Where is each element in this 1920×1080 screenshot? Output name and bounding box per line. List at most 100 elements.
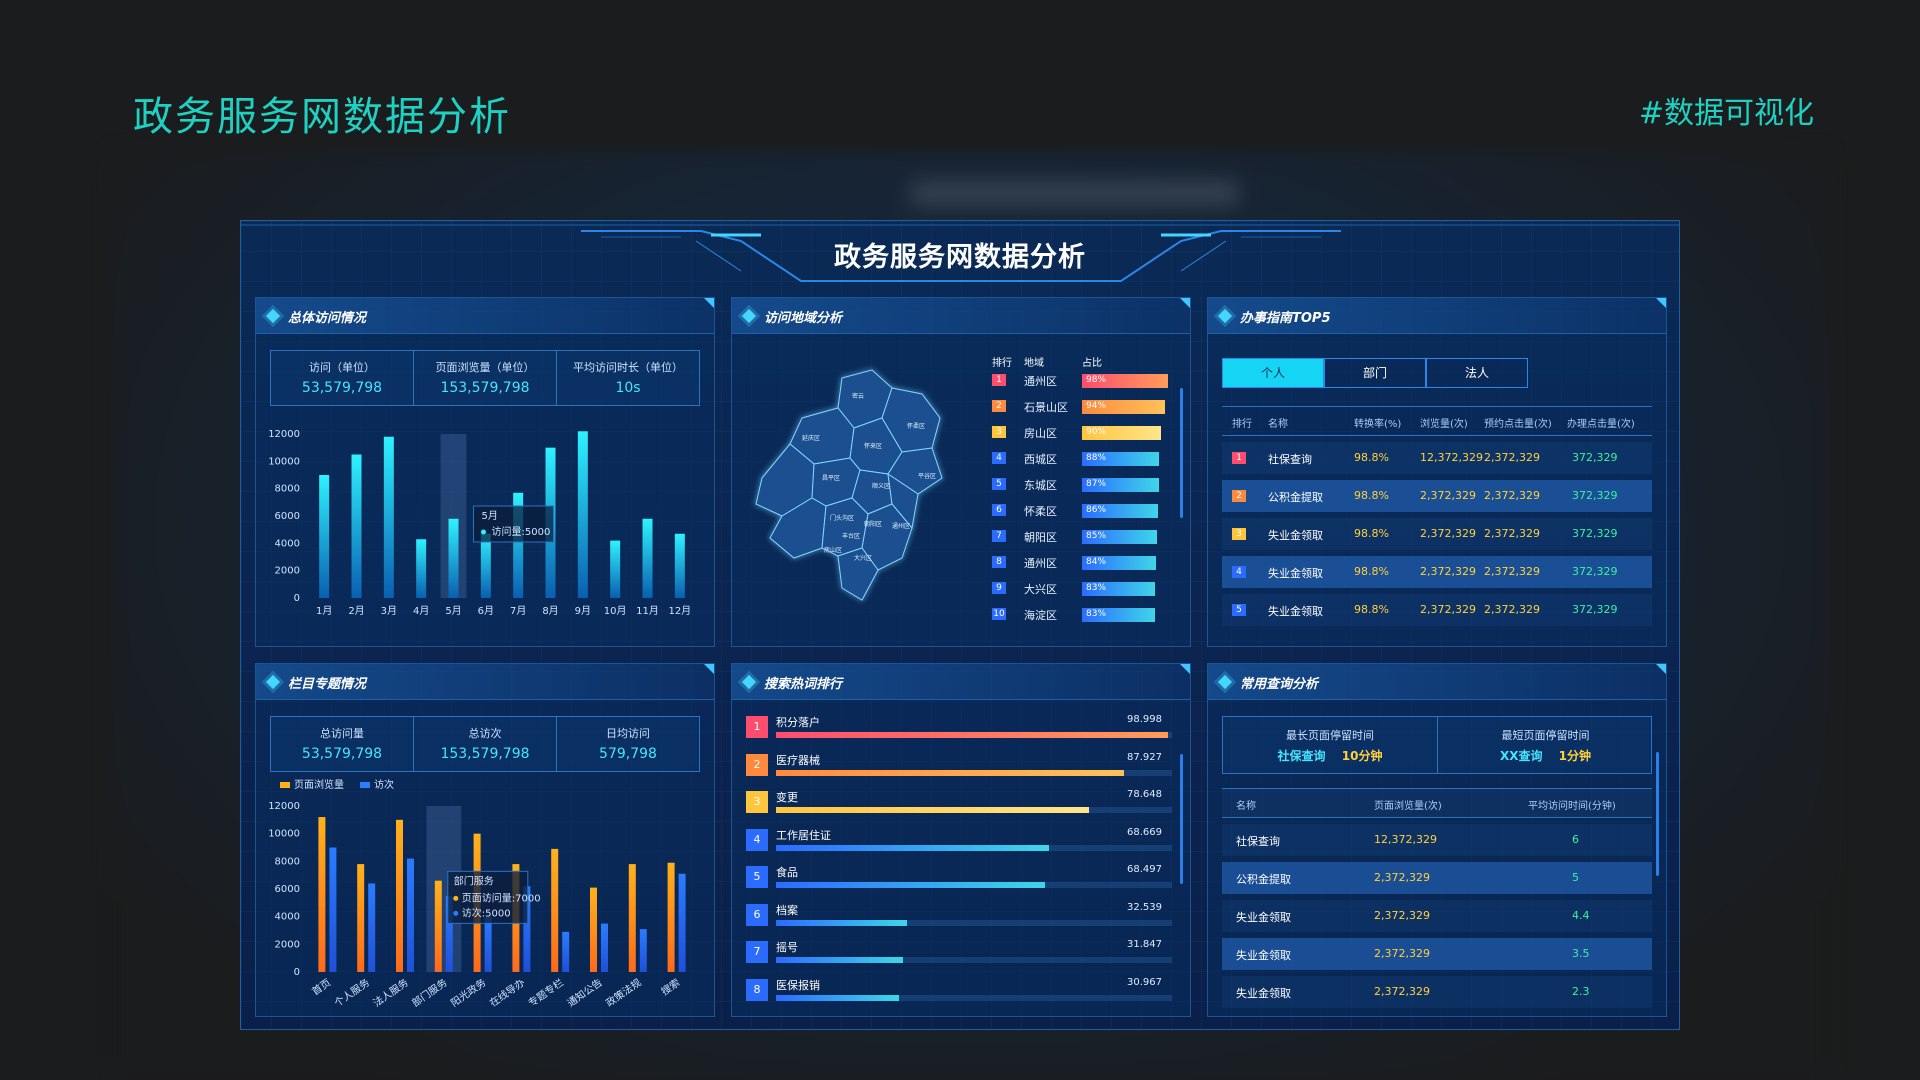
tab-department[interactable]: 部门 xyxy=(1324,358,1426,388)
diamond-icon xyxy=(265,674,281,690)
scrollbar[interactable] xyxy=(1180,754,1183,884)
diamond-icon xyxy=(741,308,757,324)
bar[interactable] xyxy=(368,883,376,972)
hot-word-row[interactable]: 7 摇号 31.847 xyxy=(746,937,1176,967)
bar[interactable] xyxy=(383,436,394,598)
bar[interactable] xyxy=(318,817,326,972)
rank-percent: 87% xyxy=(1086,479,1107,489)
query-name: 失业金领取 xyxy=(1236,987,1291,1000)
table-row[interactable]: 2 公积金提取 98.8% 2,372,329 2,372,329 372,329 xyxy=(1222,480,1652,512)
table-row[interactable]: 失业金领取 2,372,329 2.3 xyxy=(1222,976,1652,1008)
progress-fill xyxy=(776,732,1169,738)
bar[interactable] xyxy=(407,858,414,972)
y-tick-label: 8000 xyxy=(275,484,300,495)
legend-label: 访次 xyxy=(374,778,394,791)
table-row[interactable]: 4 失业金领取 98.8% 2,372,329 2,372,329 372,329 xyxy=(1222,556,1652,588)
diamond-icon xyxy=(265,308,281,324)
rank-row: 10 海淀区 83% xyxy=(992,606,1192,624)
bar[interactable] xyxy=(484,916,492,972)
item-name: 失业金领取 xyxy=(1268,567,1323,580)
keyword: 工作居住证 xyxy=(776,828,831,842)
query-name: 失业金领取 xyxy=(1236,911,1291,924)
keyword-score: 68.497 xyxy=(1127,864,1162,875)
table-row[interactable]: 5 失业金领取 98.8% 2,372,329 2,372,329 372,329 xyxy=(1222,594,1652,626)
progress-track xyxy=(776,957,1172,963)
y-tick-label: 0 xyxy=(294,967,300,978)
svg-text:通州区: 通州区 xyxy=(892,522,910,530)
bar[interactable] xyxy=(577,431,588,598)
keyword-score: 68.669 xyxy=(1127,826,1162,838)
rank-bar: 90% xyxy=(1082,426,1162,440)
hot-word-row[interactable]: 4 工作居住证 68.669 xyxy=(746,825,1176,855)
hot-word-row[interactable]: 3 变更 78.648 xyxy=(746,787,1176,817)
bar[interactable] xyxy=(551,848,559,972)
scrollbar[interactable] xyxy=(1656,752,1659,876)
y-tick-label: 6000 xyxy=(275,511,300,522)
hot-word-row[interactable]: 8 医保报销 30.967 xyxy=(746,975,1176,1005)
hot-word-row[interactable]: 2 医疗器械 87.927 xyxy=(746,750,1176,780)
bar[interactable] xyxy=(639,929,647,972)
rank-area: 西城区 xyxy=(1024,453,1057,466)
region-ranking: 排行 地域 占比 1 通州区 98% 2 石景山区 94% 3 房山区 90% 4 西城区 88% 5 东… xyxy=(992,354,1182,634)
table-row[interactable]: 公积金提取 2,372,329 5 xyxy=(1222,862,1652,894)
beijing-map: 密云延庆区 怀柔区 怀来区昌平区顺义区 平谷区门头沟区朝阳区 丰台区 通州区房山区大… xyxy=(755,369,943,601)
bar[interactable] xyxy=(319,475,330,598)
table-row[interactable]: 3 失业金领取 98.8% 2,372,329 2,372,329 372,329 xyxy=(1222,518,1652,550)
scrollbar[interactable] xyxy=(1180,388,1183,518)
table-header: 名称 页面浏览量(次) 平均访问时间(分钟) xyxy=(1222,788,1652,818)
rank-bar: 85% xyxy=(1082,530,1157,544)
bar[interactable] xyxy=(434,880,442,972)
rank-area: 房山区 xyxy=(1024,427,1057,440)
tab-legal-person[interactable]: 法人 xyxy=(1426,358,1528,388)
table-row[interactable]: 失业金领取 2,372,329 3.5 xyxy=(1222,938,1652,970)
progress-track xyxy=(776,769,1172,776)
rank-number: 4 xyxy=(1232,566,1246,578)
bar[interactable] xyxy=(628,864,636,972)
rank-number: 5 xyxy=(992,478,1006,490)
hot-word-row[interactable]: 5 食品 68.497 xyxy=(746,862,1176,892)
table-row[interactable]: 1 社保查询 98.8% 12,372,329 2,372,329 372,329 xyxy=(1222,442,1652,474)
stat-label: 访问（单位） xyxy=(309,361,375,374)
svg-text:大兴区: 大兴区 xyxy=(854,554,872,562)
booking-count: 2,372,329 xyxy=(1484,451,1540,464)
page-views: 2,372,329 xyxy=(1374,985,1430,998)
tab-personal[interactable]: 个人 xyxy=(1222,358,1324,388)
bar[interactable] xyxy=(351,454,362,599)
page-views: 2,372,329 xyxy=(1374,909,1430,922)
progress-track xyxy=(776,732,1172,738)
bar[interactable] xyxy=(642,518,653,598)
table-row[interactable]: 失业金领取 2,372,329 4.4 xyxy=(1222,900,1652,932)
bar[interactable] xyxy=(562,931,570,972)
rank-bar: 94% xyxy=(1082,400,1165,414)
hot-word-row[interactable]: 1 积分落户 98.998 xyxy=(746,712,1176,742)
bar[interactable] xyxy=(357,864,365,972)
bar[interactable] xyxy=(674,533,685,598)
tooltip-title: 部门服务 xyxy=(454,874,494,887)
bar[interactable] xyxy=(601,923,608,972)
bar[interactable] xyxy=(448,518,459,598)
view-count: 2,372,329 xyxy=(1420,565,1476,578)
page-tag: #数据可视化 xyxy=(1638,96,1814,131)
bar[interactable] xyxy=(590,887,597,972)
chart-tooltip: 5月访问量:5000 xyxy=(473,505,554,543)
bar[interactable] xyxy=(667,862,675,972)
x-tick-label: 11月 xyxy=(636,605,659,617)
rank-area: 石景山区 xyxy=(1024,401,1068,414)
table-row[interactable]: 社保查询 12,372,329 6 xyxy=(1222,824,1652,856)
hot-word-row[interactable]: 6 档案 32.539 xyxy=(746,900,1176,930)
bar[interactable] xyxy=(329,847,337,973)
rank-row: 3 房山区 90% xyxy=(992,424,1192,442)
stat-label: 日均访问 xyxy=(606,727,650,740)
dashboard-title: 政务服务网数据分析 xyxy=(834,242,1086,273)
avg-time: 4.4 xyxy=(1572,909,1590,922)
progress-fill xyxy=(776,919,907,926)
bar[interactable] xyxy=(610,540,621,598)
panel-title: 办事指南TOP5 xyxy=(1240,311,1331,326)
bar[interactable] xyxy=(396,819,403,972)
rank-bar: 98% xyxy=(1082,374,1169,388)
x-tick-label: 3月 xyxy=(381,605,397,617)
bar[interactable] xyxy=(678,873,686,972)
column-stats: 总访问量 53,579,798 总访次 153,579,798 日均访问 579… xyxy=(270,716,700,772)
bar[interactable] xyxy=(480,533,491,598)
bar[interactable] xyxy=(416,539,427,598)
